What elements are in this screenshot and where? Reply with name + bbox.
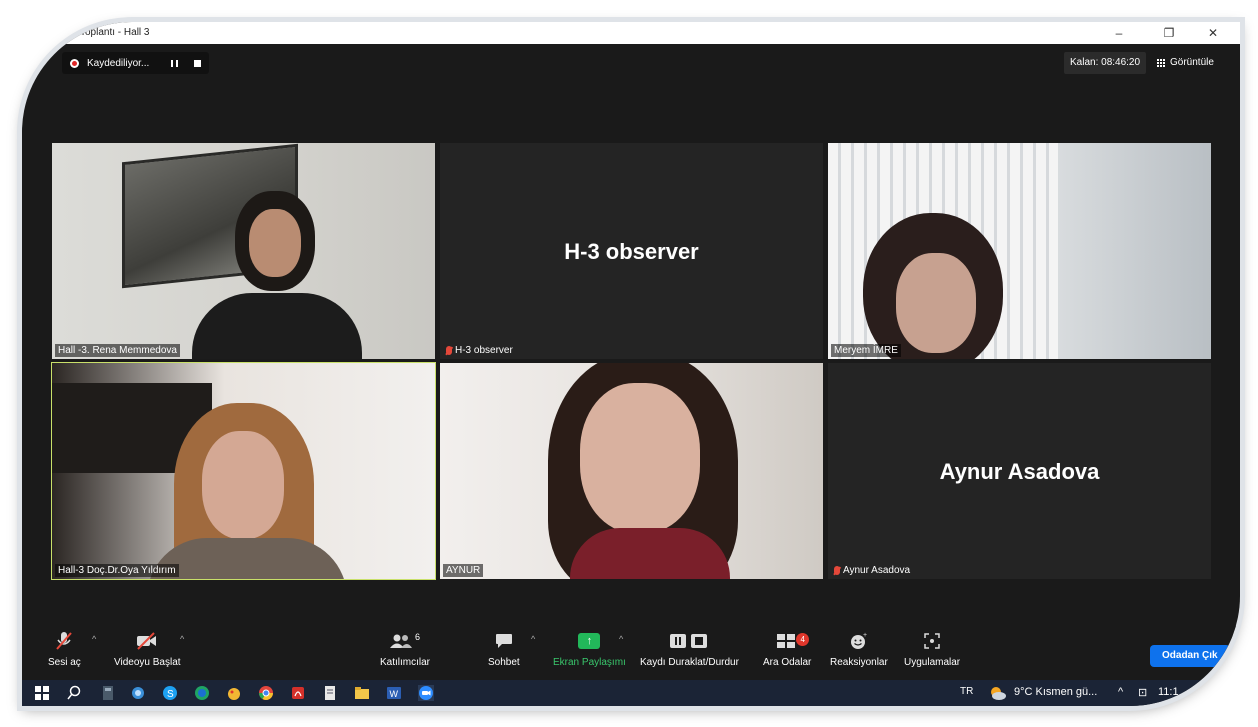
close-button[interactable]: ✕ bbox=[1198, 24, 1228, 42]
audio-options-chevron-icon[interactable]: ^ bbox=[92, 634, 96, 644]
time-remaining: Kalan: 08:46:20 bbox=[1064, 52, 1147, 74]
video-feed bbox=[828, 143, 1211, 359]
edge-icon[interactable] bbox=[194, 685, 210, 701]
breakout-count-badge: 4 bbox=[796, 633, 810, 646]
apps-icon bbox=[924, 630, 940, 652]
chat-bubble-icon bbox=[495, 630, 513, 652]
participant-tile[interactable]: Aynur Asadova Aynur Asadova bbox=[828, 363, 1211, 579]
reactions-label: Reaksiyonlar bbox=[830, 657, 888, 668]
unmute-label: Sesi aç bbox=[48, 657, 81, 668]
video-options-chevron-icon[interactable]: ^ bbox=[180, 634, 184, 644]
window-title: Toplantı - Hall 3 bbox=[80, 27, 150, 38]
view-label: Görüntüle bbox=[1170, 57, 1214, 68]
weather-icon[interactable] bbox=[988, 684, 1008, 702]
breakout-rooms-icon: 4 bbox=[776, 630, 810, 652]
apps-label: Uygulamalar bbox=[904, 657, 961, 668]
record-dot-icon bbox=[70, 58, 79, 68]
smiley-icon: + bbox=[850, 630, 868, 652]
acrobat-icon[interactable] bbox=[290, 685, 306, 701]
chat-button[interactable]: Sohbet bbox=[488, 630, 520, 668]
pause-icon[interactable] bbox=[171, 59, 179, 67]
chat-label: Sohbet bbox=[488, 657, 520, 668]
leave-meeting-button[interactable]: Odadan Çık bbox=[1150, 645, 1230, 667]
share-screen-icon: ↑ bbox=[578, 630, 601, 652]
breakout-rooms-label: Ara Odalar bbox=[763, 657, 812, 668]
view-button[interactable]: Görüntüle bbox=[1157, 52, 1214, 74]
microphone-muted-icon bbox=[834, 566, 840, 575]
participant-name: Meryem İMRE bbox=[831, 344, 901, 357]
participant-display-name: Aynur Asadova bbox=[939, 459, 1100, 484]
start-video-label: Videoyu Başlat bbox=[114, 657, 181, 668]
participants-label: Katılımcılar bbox=[380, 657, 431, 668]
search-icon[interactable] bbox=[66, 685, 82, 701]
breakout-rooms-button[interactable]: 4 Ara Odalar bbox=[763, 630, 811, 668]
unmute-button[interactable]: Sesi aç bbox=[48, 630, 81, 668]
video-feed bbox=[52, 143, 435, 359]
participant-tile[interactable]: Hall -3. Rena Memmedova bbox=[52, 143, 435, 359]
start-video-button[interactable]: Videoyu Başlat bbox=[114, 630, 181, 668]
word-icon[interactable]: W bbox=[386, 685, 402, 701]
participant-tile[interactable]: Meryem İMRE bbox=[828, 143, 1211, 359]
participant-name: Hall-3 Doç.Dr.Oya Yıldırım bbox=[55, 564, 179, 577]
participant-display-name: H-3 observer bbox=[564, 239, 699, 264]
file-explorer-icon[interactable] bbox=[354, 685, 370, 701]
network-icon[interactable]: ⊡ bbox=[1138, 686, 1147, 699]
share-screen-button[interactable]: ↑ Ekran Paylaşımı bbox=[553, 630, 626, 668]
share-options-chevron-icon[interactable]: ^ bbox=[619, 634, 623, 644]
video-feed bbox=[440, 363, 823, 579]
svg-text:W: W bbox=[390, 689, 399, 699]
zoom-icon[interactable] bbox=[418, 685, 434, 701]
participant-count: 6 bbox=[415, 632, 421, 642]
skype-icon[interactable]: S bbox=[162, 685, 178, 701]
grid-icon bbox=[1157, 58, 1166, 68]
pause-stop-recording-button[interactable]: Kaydı Duraklat/Durdur bbox=[640, 630, 739, 668]
participants-button[interactable]: 6 Katılımcılar bbox=[380, 630, 430, 668]
windows-start-icon[interactable] bbox=[34, 685, 50, 701]
apps-button[interactable]: Uygulamalar bbox=[904, 630, 960, 668]
chevron-up-icon[interactable]: ^ bbox=[1118, 686, 1123, 698]
windows-taskbar: S W TR 9°C Kısmen gü... ^ ⊡ 11:1 bbox=[22, 680, 1240, 706]
active-speaker-tile[interactable]: Hall-3 Doç.Dr.Oya Yıldırım bbox=[51, 362, 436, 580]
microphone-muted-icon bbox=[446, 346, 452, 355]
participant-name: Hall -3. Rena Memmedova bbox=[55, 344, 180, 357]
app-icon[interactable] bbox=[130, 685, 146, 701]
participant-name: Aynur Asadova bbox=[831, 564, 913, 577]
video-feed bbox=[52, 363, 435, 579]
participant-tile[interactable]: H-3 observer H-3 observer bbox=[440, 143, 823, 359]
participant-name: H-3 observer bbox=[443, 344, 516, 357]
recording-indicator: Kaydediliyor... bbox=[62, 52, 210, 74]
paint-icon[interactable] bbox=[226, 685, 242, 701]
svg-text:S: S bbox=[167, 689, 174, 700]
zoom-window: Toplantı - Hall 3 – ❐ ✕ Kaydediliyor... … bbox=[22, 22, 1240, 706]
calculator-icon[interactable] bbox=[100, 685, 116, 701]
recording-controls-label: Kaydı Duraklat/Durdur bbox=[640, 657, 739, 668]
chat-options-chevron-icon[interactable]: ^ bbox=[531, 634, 535, 644]
share-screen-label: Ekran Paylaşımı bbox=[553, 657, 626, 668]
stop-icon[interactable] bbox=[194, 59, 202, 67]
camera-off-icon bbox=[136, 630, 158, 652]
participants-icon: 6 bbox=[390, 630, 420, 652]
microphone-muted-icon bbox=[55, 630, 73, 652]
notepad-icon[interactable] bbox=[322, 685, 338, 701]
reactions-button[interactable]: + Reaksiyonlar bbox=[830, 630, 888, 668]
maximize-button[interactable]: ❐ bbox=[1154, 24, 1184, 42]
chrome-icon[interactable] bbox=[258, 685, 274, 701]
participant-name: AYNUR bbox=[443, 564, 484, 577]
title-bar: Toplantı - Hall 3 – ❐ ✕ bbox=[22, 22, 1240, 44]
weather-text[interactable]: 9°C Kısmen gü... bbox=[1014, 686, 1097, 698]
clock[interactable]: 11:1 bbox=[1158, 686, 1179, 698]
participant-tile[interactable]: AYNUR bbox=[440, 363, 823, 579]
language-indicator[interactable]: TR bbox=[960, 686, 973, 697]
recording-status: Kaydediliyor... bbox=[87, 57, 150, 69]
svg-text:+: + bbox=[863, 632, 867, 639]
minimize-button[interactable]: – bbox=[1104, 24, 1134, 42]
pause-stop-icon bbox=[669, 630, 709, 652]
meeting-toolbar: Sesi aç ^ Videoyu Başlat ^ 6 Katılımcıla… bbox=[22, 626, 1240, 680]
